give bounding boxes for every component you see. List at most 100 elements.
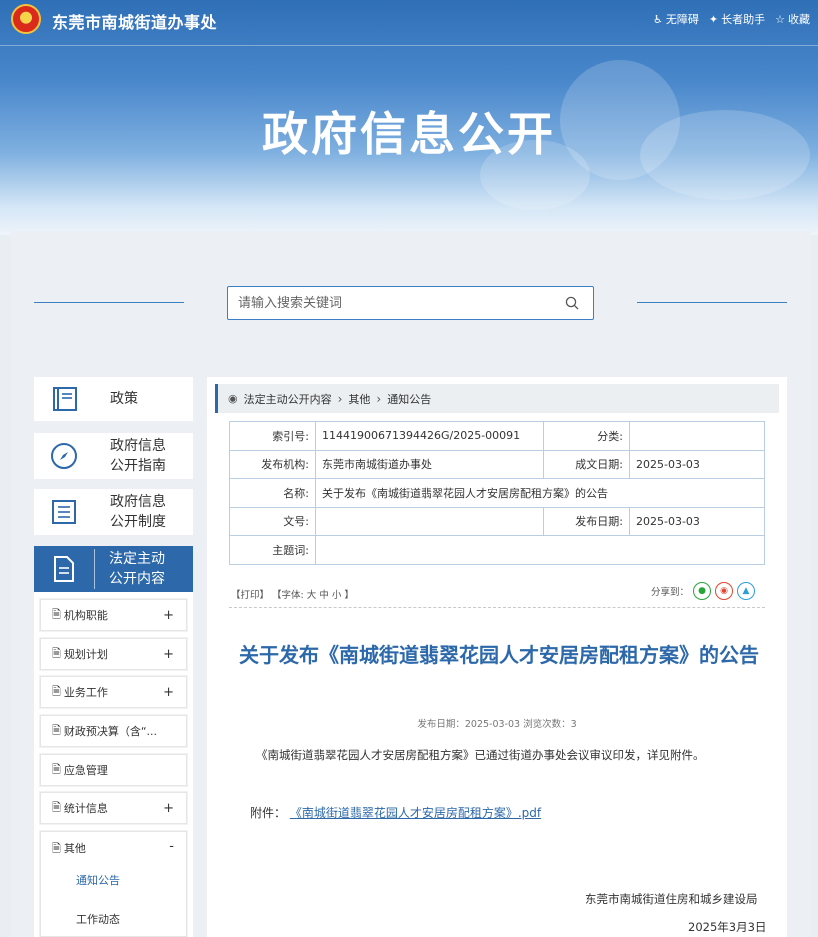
accessibility-label: 无障碍 (665, 13, 699, 26)
sidebar-subitem[interactable]: 🗎 业务工作 + (40, 676, 187, 708)
sidebar-child-notices[interactable]: 通知公告 (76, 872, 120, 888)
font-medium-button[interactable]: 中 (319, 590, 329, 601)
sidebar-child-news[interactable]: 工作动态 (76, 911, 120, 927)
font-size-label: 【字体: (272, 590, 304, 601)
sidebar-item-label: 政策 (110, 391, 138, 407)
expand-toggle[interactable]: + (163, 608, 174, 623)
content-divider (229, 607, 765, 608)
subitem-label: 机构职能 (63, 609, 108, 622)
breadcrumb-item[interactable]: 法定主动公开内容 (244, 391, 332, 407)
breadcrumb-item[interactable]: 通知公告 (387, 391, 431, 407)
sidebar-item-label: 政府信息 公开制度 (94, 492, 166, 532)
expand-toggle[interactable]: + (163, 685, 174, 700)
sidebar-subitem[interactable]: 🗎 应急管理 (40, 754, 187, 786)
doc-icon: 🗎 (52, 646, 61, 660)
document-icon (34, 554, 94, 584)
top-bar: 东莞市南城街道办事处 ♿ 无障碍 ✦ 长者助手 ☆ 收藏 (0, 0, 818, 46)
attachment-label: 附件： (250, 806, 287, 820)
sidebar-subitem[interactable]: 🗎 财政预决算（含“... (40, 715, 187, 747)
sidebar-subitem[interactable]: 🗎 统计信息 + (40, 792, 187, 824)
label-line-1: 法定主动 (109, 551, 165, 567)
expand-toggle[interactable]: + (163, 801, 174, 816)
label-line-1: 政府信息 (110, 438, 166, 454)
font-large-button[interactable]: 大 (307, 590, 317, 601)
book-icon (34, 385, 94, 413)
subitem-label: 其他 (63, 842, 86, 855)
location-pin-icon: ◉ (228, 392, 238, 405)
collapse-toggle[interactable]: - (169, 839, 174, 854)
sidebar-item-guide[interactable]: 政府信息 公开指南 (34, 433, 193, 479)
article-body: 《南城街道翡翠花园人才安居房配租方案》已通过街道办事处会议审议印发，详见附件。 (256, 748, 705, 762)
doc-icon: 🗎 (52, 607, 61, 621)
name-value: 关于发布《南城街道翡翠花园人才安居房配租方案》的公告 (315, 478, 765, 508)
expand-toggle[interactable]: + (163, 647, 174, 662)
favorite-link[interactable]: ☆ 收藏 (775, 11, 810, 27)
compass-icon (34, 441, 94, 471)
sidebar-item-policy[interactable]: 政策 (34, 377, 193, 421)
accessibility-icon: ♿ (653, 12, 663, 26)
subitem-label: 统计信息 (63, 802, 108, 815)
publisher-label: 发布机构: (229, 449, 316, 479)
font-size-end: 】 (344, 590, 354, 601)
search-divider-right (637, 302, 787, 303)
category-label: 分类: (543, 421, 630, 451)
name-label: 名称: (229, 478, 316, 508)
doc-icon: 🗎 (52, 684, 61, 698)
metadata-table: 索引号: 11441900671394426G/2025-00091 分类: 发… (229, 421, 765, 565)
sidebar-item-statutory[interactable]: 法定主动 公开内容 (34, 546, 193, 592)
subitem-label: 规划计划 (63, 648, 108, 661)
national-emblem-icon (11, 4, 41, 34)
subitem-label: 业务工作 (63, 686, 108, 699)
share-bar: 分享到： ● ◉ ▲ (651, 582, 756, 600)
sidebar-subitem[interactable]: 🗎 机构职能 + (40, 599, 187, 631)
wechat-icon[interactable]: ● (693, 582, 712, 600)
share-label: 分享到： (651, 587, 690, 598)
page-header: 东莞市南城街道办事处 ♿ 无障碍 ✦ 长者助手 ☆ 收藏 政府信息公开 (0, 0, 818, 235)
label-line-2: 公开内容 (109, 571, 165, 587)
created-date-label: 成文日期: (543, 449, 630, 479)
index-value: 11441900671394426G/2025-00091 (315, 421, 544, 451)
search-icon[interactable] (565, 296, 579, 310)
doc-icon: 🗎 (52, 762, 61, 776)
subject-value (315, 535, 765, 565)
docno-value (315, 506, 544, 536)
label-line-2: 公开指南 (110, 458, 166, 474)
breadcrumb-separator: › (337, 391, 343, 406)
label-line-1: 政府信息 (110, 494, 166, 510)
site-name[interactable]: 东莞市南城街道办事处 (52, 9, 217, 33)
elderly-helper-icon: ✦ (708, 12, 719, 26)
breadcrumb-separator: › (376, 391, 382, 406)
index-label: 索引号: (229, 421, 316, 451)
publish-date-label: 发布日期: (543, 506, 630, 536)
created-date-value: 2025-03-03 (629, 449, 765, 479)
sidebar-item-label: 政府信息 公开指南 (94, 436, 166, 476)
elderly-helper-link[interactable]: ✦ 长者助手 (709, 11, 765, 27)
sidebar-subitem[interactable]: 🗎 规划计划 + (40, 638, 187, 670)
docno-label: 文号: (229, 506, 316, 536)
subject-label: 主题词: (229, 535, 316, 565)
favorite-label: 收藏 (788, 13, 810, 26)
font-small-button[interactable]: 小 (332, 590, 342, 601)
star-icon: ☆ (775, 12, 785, 26)
attachment-link[interactable]: 《南城街道翡翠花园人才安居房配租方案》.pdf (290, 806, 541, 820)
doc-icon: 🗎 (52, 800, 61, 814)
publish-info: 发布日期：2025-03-03 浏览次数：3 (417, 719, 577, 730)
doc-icon: 🗎 (52, 723, 61, 737)
elderly-helper-label: 长者助手 (721, 13, 766, 26)
breadcrumb-item[interactable]: 其他 (348, 391, 370, 407)
search-divider-left (34, 302, 184, 303)
accessibility-link[interactable]: ♿ 无障碍 (653, 11, 699, 27)
article-tools: 【打印】 【字体: 大 中 小 】 (231, 587, 354, 601)
signature: 东莞市南城街道住房和城乡建设局 (585, 892, 758, 906)
publish-date-value: 2025-03-03 (629, 506, 765, 536)
attachment: 附件： 《南城街道翡翠花园人才安居房配租方案》.pdf (250, 804, 541, 821)
search-input[interactable] (228, 287, 548, 319)
subitem-label: 应急管理 (63, 764, 108, 777)
weibo-icon[interactable]: ◉ (715, 582, 734, 600)
qq-icon[interactable]: ▲ (737, 582, 756, 600)
article-title: 关于发布《南城街道翡翠花园人才安居房配租方案》的公告 (239, 643, 759, 667)
sidebar-item-system[interactable]: 政府信息 公开制度 (34, 489, 193, 535)
publisher-value: 东莞市南城街道办事处 (315, 449, 544, 479)
print-button[interactable]: 【打印】 (231, 590, 269, 601)
category-value (629, 421, 765, 451)
